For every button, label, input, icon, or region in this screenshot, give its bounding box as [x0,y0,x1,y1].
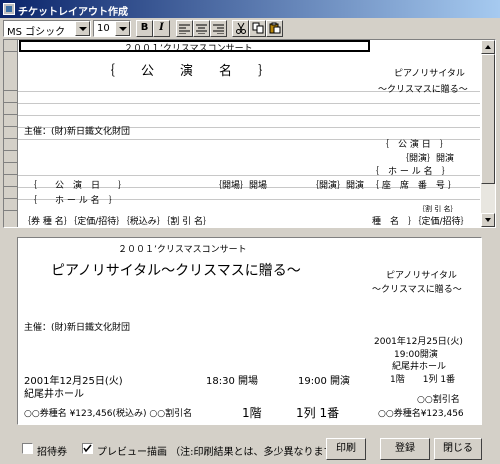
align-left-icon [179,24,190,35]
print-button[interactable]: 印刷 [326,438,366,460]
align-center-icon [196,24,207,35]
preview-open-doors: 18:30 開場 [206,376,258,387]
window-title: チケットレイアウト作成 [18,7,128,18]
cut-button[interactable] [232,20,249,37]
scroll-thumb[interactable] [481,54,495,184]
italic-button[interactable]: I [153,20,170,37]
invitation-checkbox[interactable] [22,443,33,454]
preview-start: 19:00 開演 [298,376,350,387]
paste-button[interactable] [266,20,283,37]
layout-perf-date[interactable]: ｛ 公 演 日 ｝ [28,178,127,191]
scroll-down-button[interactable] [481,213,495,227]
copy-button[interactable] [249,20,266,37]
preview-ticket-left: ○○券種名 ¥123,456(税込み) ○○割引名 [24,409,193,419]
align-left-button[interactable] [176,20,193,37]
layout-editor[interactable]: ２００１’クリスマスコンサート ｛ 公 演 名 ｝ ピアノリサイタル ～クリスマ… [3,39,496,228]
layout-open-time-right[interactable]: ｛開演｝開演 [400,151,454,164]
align-right-icon [213,24,224,35]
preview-floor: 1階 [242,406,262,420]
preview-date-right: 2001年12月25日(火) [374,337,463,347]
layout-hall-right[interactable]: ｛ ホ ー ル 名 ｝ [370,164,451,177]
preview-checkbox[interactable] [82,443,93,454]
layout-perf-date-right[interactable]: ｛ 公 演 日 ｝ [380,137,449,150]
preview-label: プレビュー描画 （注:印刷結果とは、多少異なります） [97,447,344,458]
layout-ticket-row-right[interactable]: 種 名 ｝｛定価/招待｝ [372,214,470,227]
layout-concert-name[interactable]: ２００１’クリスマスコンサート [124,41,253,54]
preview-panel: ２００１’クリスマスコンサート ピアノリサイタル～クリスマスに贈る～ ピアノリサ… [17,237,482,425]
preview-hall-left: 紀尾井ホール [24,389,84,400]
chevron-down-icon[interactable] [75,21,90,36]
register-button[interactable]: 登録 [380,438,430,460]
preview-concert-name: ２００１’クリスマスコンサート [118,245,247,255]
font-size-select[interactable]: 10 [93,20,131,37]
layout-ticket-row[interactable]: ｛券 種 名｝｛定価/招待｝｛税込み｝｛割 引 名｝ [22,214,212,227]
layout-open-doors[interactable]: ｛開場｝開場 [213,178,267,191]
layout-organizer[interactable]: 主催：(財)新日鐵文化財団 [24,124,130,137]
bold-button[interactable]: B [136,20,153,37]
checkmark-icon [83,444,92,453]
paste-icon [269,22,280,34]
preview-row-seat: 1列 1番 [296,406,340,420]
align-right-button[interactable] [210,20,227,37]
layout-discount-right[interactable]: ｛割 引 名｝ [418,204,457,214]
preview-ticket-right: ○○券種名¥123,456 [378,409,464,419]
preview-recital-title: ピアノリサイタル [386,271,457,281]
invitation-label: 招待券 [37,447,67,458]
close-button[interactable]: 閉じる [434,438,482,460]
layout-performance-name[interactable]: ｛ 公 演 名 ｝ [102,60,271,79]
layout-recital-title[interactable]: ピアノリサイタル [394,66,465,79]
font-size-value: 10 [97,23,110,34]
layout-hall[interactable]: ｛ ホ ー ル 名 ｝ [28,193,118,206]
preview-recital-subtitle: ～クリスマスに贈る～ [372,285,462,295]
preview-title-main: ピアノリサイタル～クリスマスに贈る～ [51,263,301,279]
layout-recital-subtitle[interactable]: ～クリスマスに贈る～ [378,82,468,95]
align-center-button[interactable] [193,20,210,37]
layout-start[interactable]: ｛開演｝開演 [310,178,364,191]
preview-organizer: 主催：(財)新日鐵文化財団 [24,323,131,333]
font-name-select[interactable]: MS ゴシック [3,20,91,38]
preview-seat-right: 1階 1列 1番 [390,375,456,385]
layout-seat-number[interactable]: ｛ 座 席 番 号 ｝ [370,178,457,191]
copy-icon [252,22,263,34]
scroll-up-button[interactable] [481,40,495,54]
preview-discount-right: ○○割引名 [417,395,460,405]
preview-hall-right: 紀尾井ホール [392,362,447,372]
app-icon [3,3,15,15]
scissors-icon [235,22,246,34]
chevron-down-icon[interactable] [115,21,130,36]
font-name-value: MS ゴシック [7,27,66,38]
